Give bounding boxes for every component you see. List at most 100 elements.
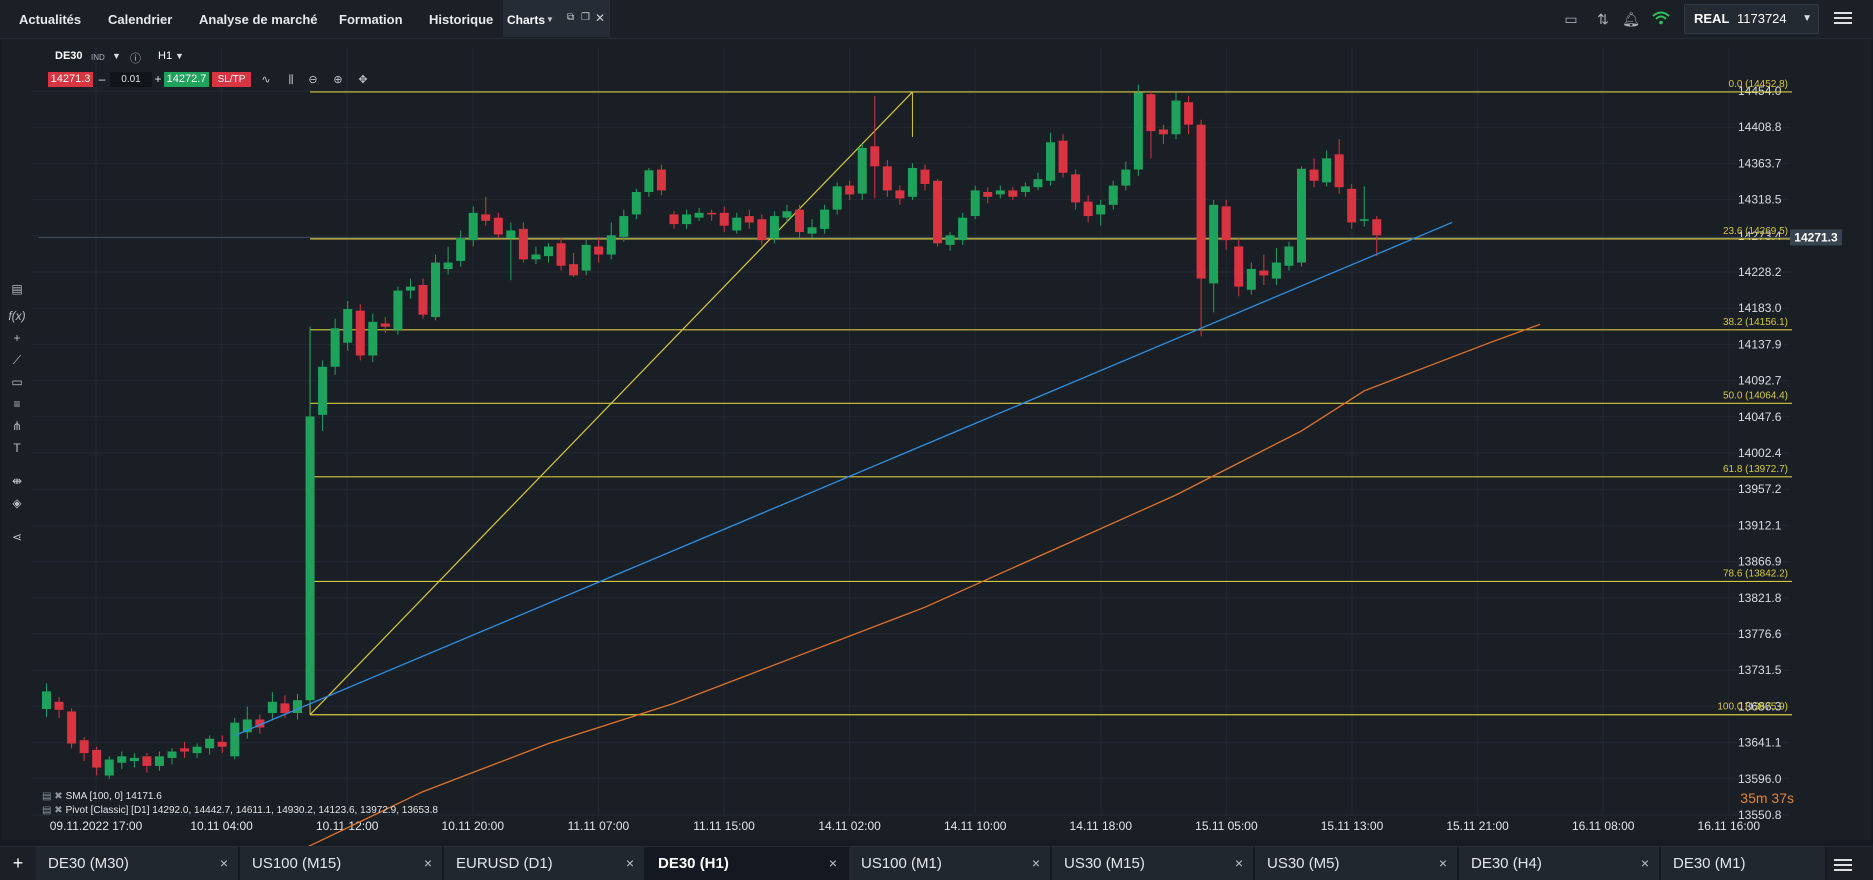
chart-tab-active[interactable]: DE30 (H1) × [646, 847, 849, 880]
candle-bearish [983, 192, 993, 197]
close-icon[interactable]: × [1235, 847, 1243, 880]
quantity-decrease-button[interactable]: – [96, 72, 108, 87]
sma-legend: ▤ ✖ SMA [100, 0] 14171.6 [42, 791, 162, 802]
chevron-down-icon[interactable]: ▼ [175, 51, 184, 61]
sma-legend-text: SMA [100, 0] 14171.6 [65, 791, 162, 802]
candle-bullish [769, 216, 779, 239]
line-chart-icon[interactable]: ∿ [258, 72, 274, 88]
y-tick-label: 14183.0 [1738, 301, 1782, 315]
candle-bullish [970, 190, 980, 217]
candle-bullish [468, 212, 478, 241]
chart-tab[interactable]: US30 (M5) × [1255, 847, 1459, 880]
quantity-input[interactable]: 0.01 [110, 72, 152, 87]
candle-bullish [405, 286, 415, 291]
y-tick-label: 13957.2 [1738, 482, 1782, 496]
chart-tab[interactable]: DE30 (M30) × [36, 847, 240, 880]
close-icon[interactable]: × [626, 847, 634, 880]
candle-bearish [707, 212, 717, 215]
candle-bullish [1108, 185, 1118, 205]
zoom-in-icon[interactable]: ⊕ [330, 72, 346, 88]
candle-bullish [907, 167, 917, 197]
candle-bearish [845, 185, 855, 195]
candle-bearish [518, 228, 528, 260]
chart-tab[interactable]: EURUSD (D1) × [444, 847, 646, 880]
sell-price-button[interactable]: 14271.3 [48, 72, 93, 87]
indicators-icon[interactable]: ⫼ [283, 72, 299, 88]
candle-bullish [343, 309, 353, 343]
candle-bearish [669, 214, 679, 225]
candle-bullish [42, 691, 51, 710]
chevron-down-icon[interactable]: ▼ [112, 51, 121, 61]
candle-bearish [895, 190, 905, 199]
chart-tab-label: US30 (M5) [1267, 855, 1340, 872]
candle-bullish [832, 186, 842, 210]
fibonacci-level-label: 78.6 (13842.2) [1723, 568, 1788, 579]
fibonacci-level-label: 100.0 (13675.9) [1717, 702, 1788, 713]
candle-bullish [619, 216, 629, 237]
close-icon[interactable]: × [424, 847, 432, 880]
chart-tab-label: DE30 (M1) [1673, 855, 1746, 872]
close-icon[interactable]: × [829, 847, 837, 880]
candle-bearish [1221, 206, 1231, 241]
chart-tab-label: DE30 (M30) [48, 855, 129, 872]
close-icon[interactable]: × [1641, 847, 1649, 880]
candle-bullish [544, 246, 553, 257]
candle-bearish [920, 169, 930, 184]
candle-bearish [142, 756, 152, 766]
candle-bullish [1046, 142, 1055, 181]
chart-tab-label: DE30 (H4) [1471, 855, 1542, 872]
candle-bearish [1184, 102, 1194, 125]
candle-bullish [958, 217, 968, 241]
x-tick-label: 16.11 08:00 [1572, 819, 1635, 833]
chart-tab[interactable]: US100 (M15) × [240, 847, 444, 880]
candle-bearish [1347, 188, 1357, 223]
candle-bearish [380, 323, 390, 327]
candle-bullish [456, 238, 466, 261]
x-tick-label: 10.11 12:00 [316, 819, 379, 833]
chart-tab[interactable]: DE30 (H4) × [1459, 847, 1661, 880]
sl-tp-button[interactable]: SL/TP [212, 72, 251, 87]
add-tab-button[interactable]: + [0, 847, 36, 880]
legend-settings-icon[interactable]: ▤ ✖ [42, 805, 63, 816]
x-tick-label: 11.11 15:00 [693, 819, 755, 833]
y-tick-label: 13641.1 [1738, 736, 1782, 750]
candle-bearish [54, 701, 64, 710]
buy-price-button[interactable]: 14272.7 [164, 72, 209, 87]
instrument-tag: IND [91, 53, 105, 62]
candlestick-chart[interactable]: 14454.014408.814363.714318.514273.414228… [0, 0, 1873, 879]
zoom-out-icon[interactable]: ⊖ [305, 72, 321, 88]
candle-bullish [117, 756, 127, 763]
candle-bullish [393, 290, 403, 330]
chart-tab[interactable]: US30 (M15) × [1052, 847, 1255, 880]
y-tick-label: 14228.2 [1738, 265, 1782, 279]
candle-bullish [820, 209, 830, 229]
candle-bullish [293, 700, 302, 714]
candle-bearish [1372, 219, 1382, 236]
candle-bullish [694, 212, 704, 218]
quantity-increase-button[interactable]: + [152, 72, 164, 87]
candle-bearish [67, 711, 77, 744]
candle-bullish [506, 230, 516, 239]
candle-bearish [493, 217, 503, 235]
symbol-label[interactable]: DE30 [55, 50, 83, 62]
x-tick-label: 14.11 10:00 [944, 819, 1007, 833]
fibonacci-level-label: 61.8 (13972.7) [1723, 464, 1788, 475]
fibonacci-level-label: 50.0 (14064.4) [1723, 390, 1788, 401]
candle-bullish [1171, 100, 1181, 135]
candle-bearish [569, 264, 579, 276]
chart-tab[interactable]: US100 (M1) × [849, 847, 1052, 880]
candle-bearish [1234, 246, 1244, 287]
chart-tab-label: DE30 (H1) [658, 855, 729, 872]
x-tick-label: 09.11.2022 17:00 [50, 819, 143, 833]
legend-settings-icon[interactable]: ▤ ✖ [42, 791, 63, 802]
hamburger-menu-icon[interactable] [1834, 856, 1852, 872]
candle-bearish [594, 246, 604, 255]
close-icon[interactable]: × [220, 847, 228, 880]
close-icon[interactable]: × [1032, 847, 1040, 880]
chart-tab-label: US30 (M15) [1064, 855, 1145, 872]
chart-tab[interactable]: DE30 (M1) [1661, 847, 1827, 880]
timeframe-selector[interactable]: H1 [158, 50, 172, 62]
close-icon[interactable]: × [1439, 847, 1447, 880]
move-icon[interactable]: ✥ [355, 72, 371, 88]
info-icon[interactable]: ⓘ [130, 50, 141, 66]
